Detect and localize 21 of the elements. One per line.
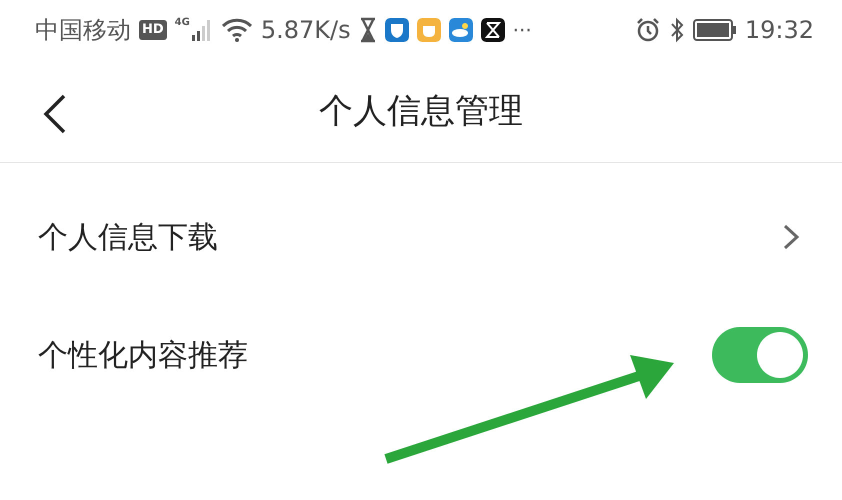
carrier-name: 中国移动 — [35, 15, 131, 46]
bluetooth-icon — [668, 17, 685, 43]
hd-badge: HD — [139, 20, 167, 40]
settings-row[interactable]: 个人信息下载 — [0, 178, 842, 296]
page-title: 个人信息管理 — [319, 90, 523, 133]
cup-app-icon — [416, 18, 441, 42]
shield-app-icon — [384, 18, 409, 42]
weather-app-icon — [448, 18, 473, 42]
hourglass-icon — [358, 17, 377, 43]
row-label: 个人信息下载 — [38, 218, 218, 256]
more-notifications: ··· — [512, 18, 532, 42]
network-speed: 5.87K/s — [260, 16, 351, 44]
row-label: 个性化内容推荐 — [38, 336, 248, 374]
signal-icon — [190, 18, 213, 42]
clock-time: 19:32 — [744, 16, 814, 44]
battery-icon — [692, 19, 737, 41]
chevron-right-icon — [782, 223, 800, 251]
wifi-icon — [220, 17, 253, 43]
alarm-icon — [634, 17, 661, 43]
network-type: 4G — [174, 18, 190, 28]
settings-row[interactable]: 个性化内容推荐 — [0, 296, 842, 414]
